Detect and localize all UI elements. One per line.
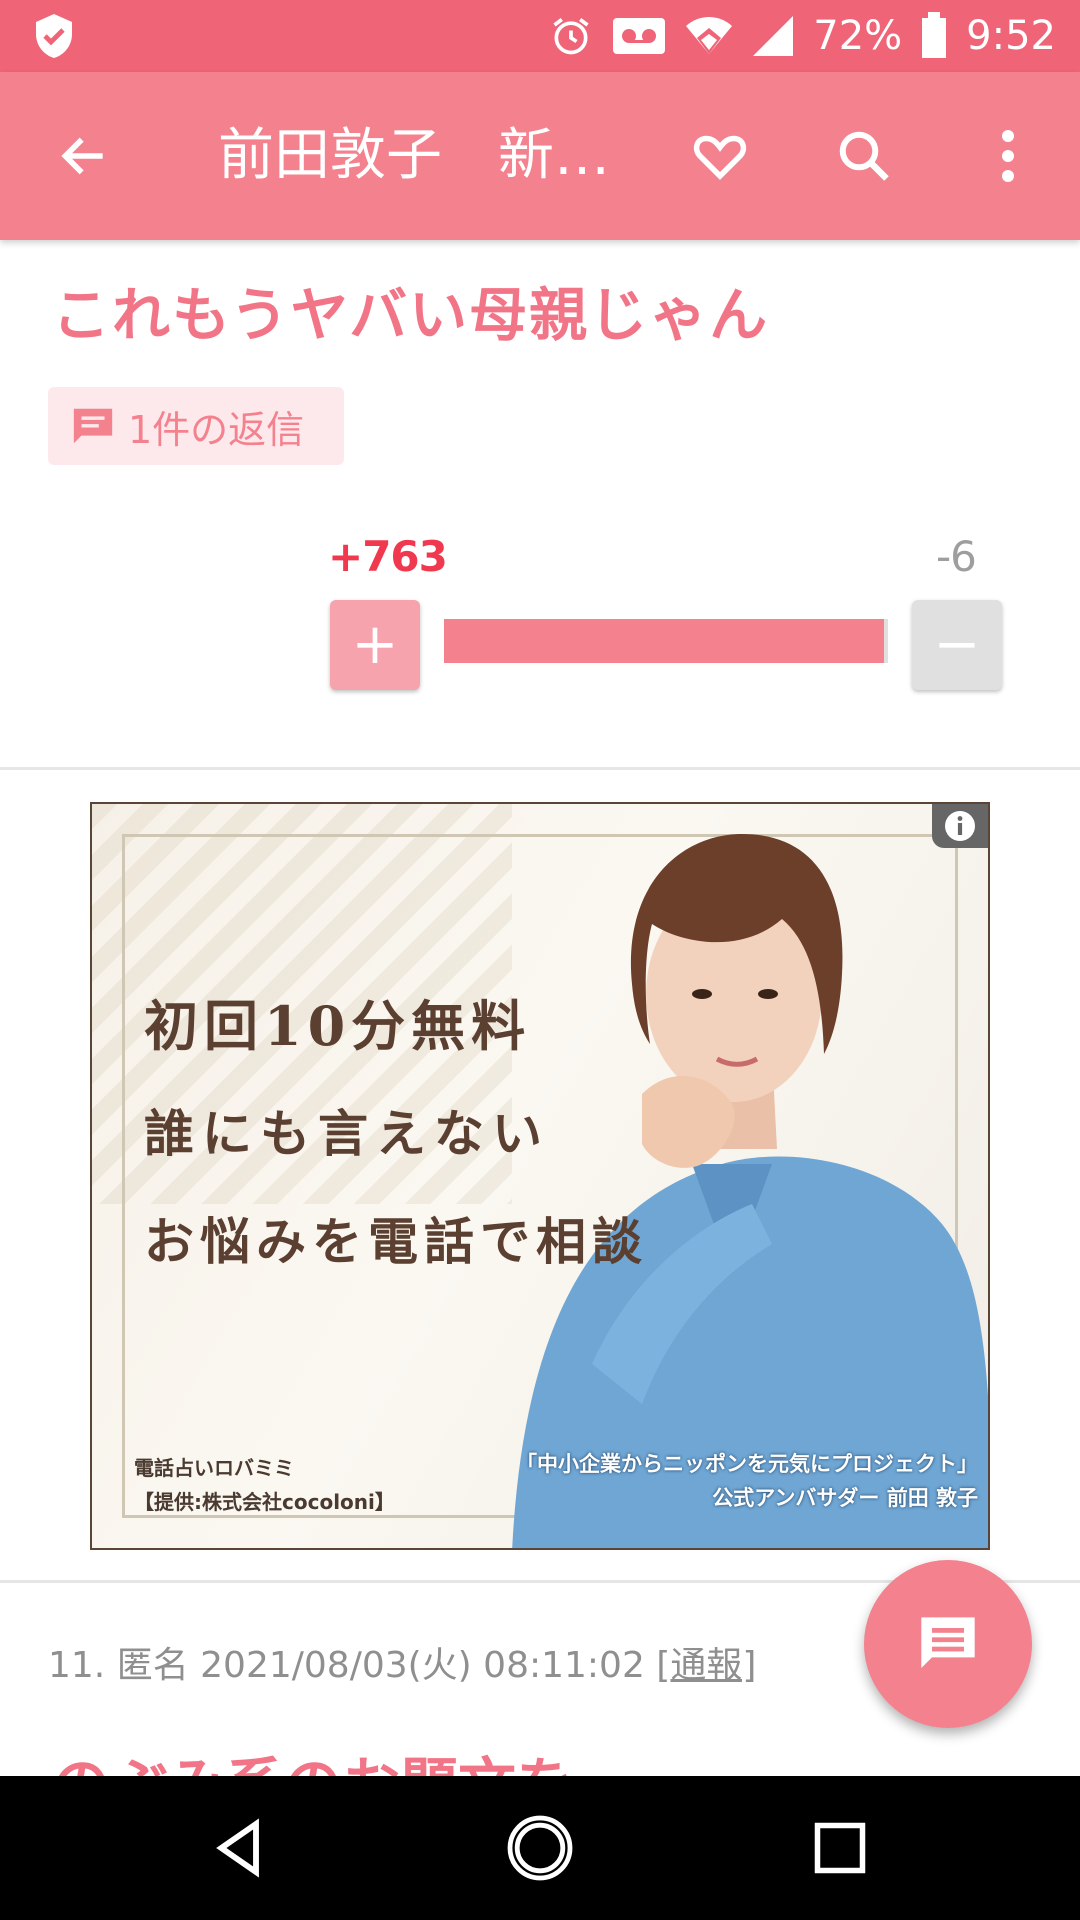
minus-vote-button[interactable]: − [912,600,1002,690]
minus-symbol: − [933,612,981,677]
ad-subline-2: お悩みを電話で相談 [144,1212,648,1271]
reply-count-label: 1件の返信 [128,407,305,452]
back-button[interactable] [36,108,132,204]
ad-caption-ambassador: 公式アンバサダー 前田 敦子 [712,1486,978,1510]
search-button[interactable] [816,108,912,204]
recents-square-icon [814,1822,866,1874]
wifi-icon [686,17,733,54]
alarm-icon [553,18,589,55]
more-options-button[interactable] [960,108,1056,204]
comment-title: これもうヤバい母親じゃん [52,281,770,349]
comment-meta: 11. 匿名 2021/08/03(火) 08:11:02 [通報] [48,1636,756,1688]
comment-meta-text: 11. 匿名 2021/08/03(火) 08:11:02 [48,1645,657,1686]
ad-person-image [512,834,988,1548]
nav-recents-button[interactable] [792,1800,888,1896]
plus-vote-count: +763 [328,532,448,581]
back-arrow-icon [61,137,103,175]
nav-back-button[interactable] [192,1800,288,1896]
ad-info-button[interactable] [932,804,988,848]
divider [0,767,1080,770]
vote-ratio-fill [444,619,885,663]
vote-ratio-bar [444,619,888,663]
ad-brand-name: 電話占いロバミミ [134,1456,294,1480]
shield-check-icon [36,14,72,58]
system-nav-bar [0,1776,1080,1920]
signal-icon [753,16,794,56]
nav-home-button[interactable] [492,1800,588,1896]
ad-caption-project: 「中小企業からニッポンを元気にプロジェクト」 [516,1452,978,1476]
reply-count-button[interactable]: 1件の返信 [48,387,344,465]
heart-icon [693,135,747,180]
ad-brand-provider: 【提供:株式会社cocoloni】 [134,1490,395,1514]
search-icon [839,131,889,181]
app-bar: 前田敦子 新… [0,72,1080,240]
status-bar: 72% 9:52 [0,0,1080,72]
more-vert-icon [1002,130,1014,182]
ad-subline-1: 誰にも言えない [144,1104,550,1163]
page-title: 前田敦子 新… [218,123,610,188]
comment-icon [73,408,113,444]
plus-vote-button[interactable]: + [330,600,420,690]
compose-comment-button[interactable] [864,1560,1032,1728]
ad-headline: 初回10分無料 [144,994,532,1058]
battery-percent: 72% [813,13,903,59]
plus-symbol: + [351,612,399,677]
ad-banner[interactable]: 初回10分無料 誰にも言えない お悩みを電話で相談 電話占いロバミミ 【提供:株… [90,802,990,1550]
home-circle-icon [507,1815,573,1881]
battery-icon [922,12,947,58]
back-triangle-icon [216,1818,259,1878]
favorite-button[interactable] [672,108,768,204]
comment-icon [921,1617,975,1668]
report-link[interactable]: [通報] [656,1645,756,1686]
clock: 9:52 [966,13,1056,59]
minus-vote-count: -6 [936,532,977,581]
info-icon [945,811,975,841]
voicemail-icon [613,18,666,54]
